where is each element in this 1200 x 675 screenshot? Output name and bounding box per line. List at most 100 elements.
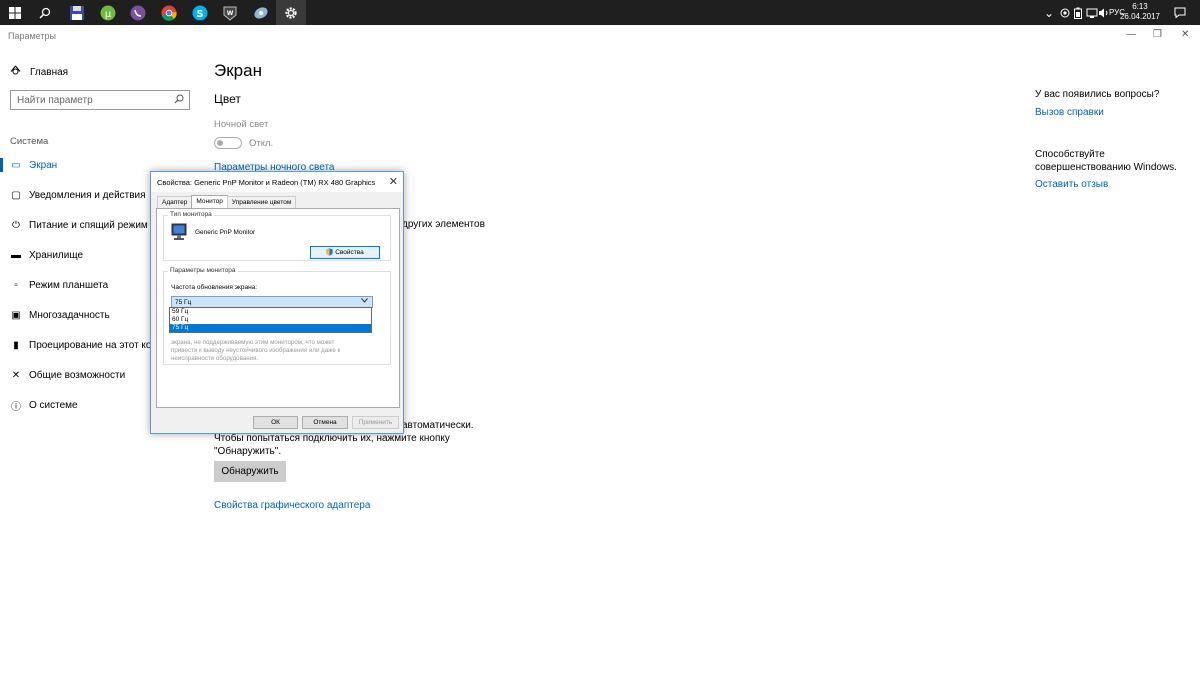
projection-icon: ▮ — [13, 339, 19, 351]
dialog-tabs: Адаптер Монитор Управление цветом — [157, 195, 297, 208]
monitor-type-group: Тип монитора Generic PnP Monitor Свойств… — [163, 211, 391, 261]
page-title: Экран — [214, 61, 262, 80]
storage-icon: ▬ — [11, 249, 21, 261]
viber-icon[interactable] — [123, 0, 153, 25]
partial-text: других элементов — [402, 219, 485, 230]
refresh-option-59[interactable]: 59 Гц — [170, 308, 371, 316]
dialog-titlebar: Свойства: Generic PnP Monitor и Radeon (… — [151, 172, 403, 192]
info-icon: ⓘ — [11, 401, 21, 413]
section-label: Система — [10, 136, 49, 147]
refresh-rate-value: 75 Гц — [175, 299, 192, 306]
close-button[interactable]: ✕ — [1181, 29, 1189, 40]
monitor-settings-label: Параметры монитора — [168, 267, 238, 274]
shared-experiences-icon: ✕ — [11, 369, 21, 381]
power-icon: ⏻ — [12, 219, 20, 231]
skype-icon[interactable]: S — [185, 0, 215, 25]
chrome-icon[interactable] — [154, 0, 184, 25]
get-help-link[interactable]: Вызов справки — [1035, 107, 1104, 118]
warning-line-1: экрана, не поддерживаемую этим монитором… — [171, 339, 335, 346]
tablet-mode-icon: ▫ — [14, 279, 18, 291]
improve-windows-line-2: совершенствованию Windows. — [1035, 162, 1177, 173]
ok-button[interactable]: ОК — [253, 416, 298, 429]
monitor-properties-button[interactable]: Свойства — [310, 246, 380, 259]
dialog-title: Свойства: Generic PnP Monitor и Radeon (… — [157, 178, 376, 187]
questions-heading: У вас появились вопросы? — [1035, 89, 1160, 100]
home-icon — [10, 65, 24, 79]
refresh-option-60[interactable]: 60 Гц — [170, 316, 371, 324]
graphics-adapter-properties-link[interactable]: Свойства графического адаптера — [214, 500, 370, 511]
uac-shield-icon — [326, 247, 333, 258]
game-icon[interactable]: W — [215, 0, 245, 25]
dialog-close-button[interactable]: ✕ — [389, 175, 398, 188]
properties-button-label: Свойства — [335, 249, 364, 256]
clock[interactable]: 6:13 26.04.2017 — [1120, 2, 1160, 22]
apply-button[interactable]: Применить — [352, 416, 399, 429]
active-indicator — [0, 158, 3, 172]
refresh-rate-dropdown: 59 Гц 60 Гц 75 Гц — [169, 307, 372, 333]
pinned-app-icon[interactable] — [246, 0, 276, 25]
sidebar-item-label: Общие возможности — [29, 369, 126, 381]
svg-text:W: W — [227, 10, 234, 17]
network-icon[interactable] — [1086, 0, 1098, 25]
monitor-type-label: Тип монитора — [168, 211, 214, 218]
night-light-toggle[interactable] — [214, 137, 242, 149]
monitor-icon: ▭ — [11, 159, 21, 171]
cancel-button[interactable]: Отмена — [302, 416, 348, 429]
sidebar-item-projection[interactable]: ▮ Проецирование на этот компьютер — [0, 335, 152, 355]
sidebar-item-label: Проецирование на этот компьютер — [29, 339, 152, 351]
sidebar-item-label: Режим планшета — [29, 279, 109, 291]
sidebar-item-label: Уведомления и действия — [29, 189, 146, 201]
warning-line-2: привести к выводу неустойчивого изображе… — [171, 347, 341, 354]
svg-text:S: S — [196, 9, 203, 20]
detect-line-3: "Обнаружить". — [214, 446, 282, 457]
refresh-option-75[interactable]: 75 Гц — [170, 324, 371, 332]
detect-button[interactable]: Обнаружить — [214, 461, 286, 482]
refresh-warning-text: экрана, не поддерживаемую этим монитором… — [171, 339, 381, 363]
warning-line-3: неисправности оборудования. — [171, 355, 259, 362]
notifications-icon: ▢ — [11, 189, 21, 201]
monitor-icon — [170, 223, 188, 246]
window-title: Параметры — [8, 31, 56, 41]
detect-line-2: Чтобы попытаться подключить их, нажмите … — [214, 433, 450, 444]
toggle-knob — [217, 139, 223, 146]
sidebar-item-label: О системе — [29, 399, 78, 411]
settings-search-input[interactable]: Найти параметр — [10, 90, 190, 110]
home-label: Главная — [30, 66, 69, 78]
give-feedback-link[interactable]: Оставить отзыв — [1035, 179, 1108, 190]
refresh-rate-label: Частота обновления экрана: — [171, 284, 258, 291]
monitor-properties-dialog: Свойства: Generic PnP Monitor и Radeon (… — [150, 171, 404, 434]
tray-status-icon[interactable] — [1060, 0, 1070, 25]
save-floppy-icon[interactable] — [62, 0, 92, 25]
minimize-button[interactable]: — — [1126, 29, 1136, 40]
tray-chevron-icon[interactable]: ⌄ — [1044, 0, 1054, 25]
monitor-name: Generic PnP Monitor — [195, 229, 256, 236]
clock-time: 6:13 — [1132, 2, 1148, 11]
sidebar-item-label: Питание и спящий режим — [29, 219, 148, 231]
multitasking-icon: ▣ — [11, 309, 21, 321]
improve-windows-line-1: Способствуйте — [1035, 149, 1105, 160]
utorrent-icon[interactable]: µ — [93, 0, 123, 25]
color-heading: Цвет — [214, 92, 241, 106]
search-icon[interactable] — [174, 94, 184, 107]
chevron-down-icon — [361, 298, 368, 305]
maximize-button[interactable]: ❐ — [1153, 29, 1162, 40]
settings-gear-icon[interactable] — [276, 0, 306, 25]
tab-monitor[interactable]: Монитор — [191, 195, 228, 208]
search-icon[interactable] — [30, 0, 60, 25]
taskbar: µ S W ⌄ РУС 6:13 26.04.2017 — [0, 0, 1200, 25]
svg-text:µ: µ — [105, 9, 112, 20]
night-light-label: Ночной свет — [214, 119, 269, 130]
tab-adapter[interactable]: Адаптер — [157, 196, 193, 208]
tab-color-management[interactable]: Управление цветом — [226, 196, 297, 208]
sidebar-item-label: Хранилище — [29, 249, 83, 261]
detect-partial-text: автоматически. — [402, 420, 474, 431]
sidebar-item-label: Многозадачность — [29, 309, 110, 321]
home-link[interactable]: Главная — [10, 65, 68, 79]
clock-date: 26.04.2017 — [1119, 12, 1160, 21]
action-center-icon[interactable] — [1174, 0, 1186, 25]
battery-icon[interactable] — [1074, 0, 1082, 25]
windows-start-icon[interactable] — [0, 0, 30, 25]
night-light-state: Откл. — [249, 138, 274, 149]
window-titlebar: Параметры — ❐ ✕ — [0, 25, 1200, 45]
search-placeholder: Найти параметр — [17, 95, 93, 106]
